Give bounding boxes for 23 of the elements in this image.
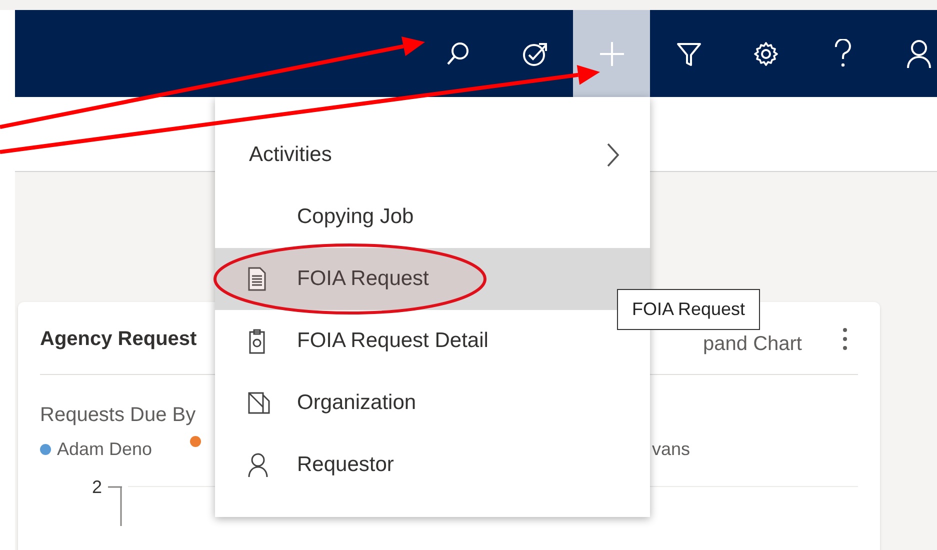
- legend-label: Adam Deno: [57, 438, 152, 461]
- card-title: Agency Request: [40, 327, 197, 352]
- more-options-icon[interactable]: [842, 327, 848, 351]
- settings-icon: [752, 40, 780, 68]
- chart-subtitle: Requests Due By: [40, 403, 196, 428]
- plus-icon: [598, 40, 626, 68]
- person-icon: [906, 38, 932, 68]
- menu-item[interactable]: Activities: [215, 124, 650, 186]
- chevron-right-icon: [606, 142, 620, 168]
- person-icon: [247, 452, 269, 478]
- search-icon: [444, 40, 470, 66]
- expand-chart-link[interactable]: pand Chart: [703, 329, 802, 359]
- filter-icon: [676, 40, 702, 66]
- menu-item[interactable]: Requestor: [215, 434, 650, 496]
- help-icon: [832, 38, 852, 68]
- document-icon: [247, 267, 267, 291]
- clipboard-icon: [247, 328, 267, 354]
- tooltip: FOIA Request: [617, 289, 760, 330]
- organization-icon: [247, 391, 271, 415]
- axis-tick-label: 2: [92, 478, 102, 496]
- menu-item[interactable]: Organization: [215, 372, 650, 434]
- legend-label: vans: [652, 438, 690, 461]
- menu-item[interactable]: Copying Job: [215, 186, 650, 248]
